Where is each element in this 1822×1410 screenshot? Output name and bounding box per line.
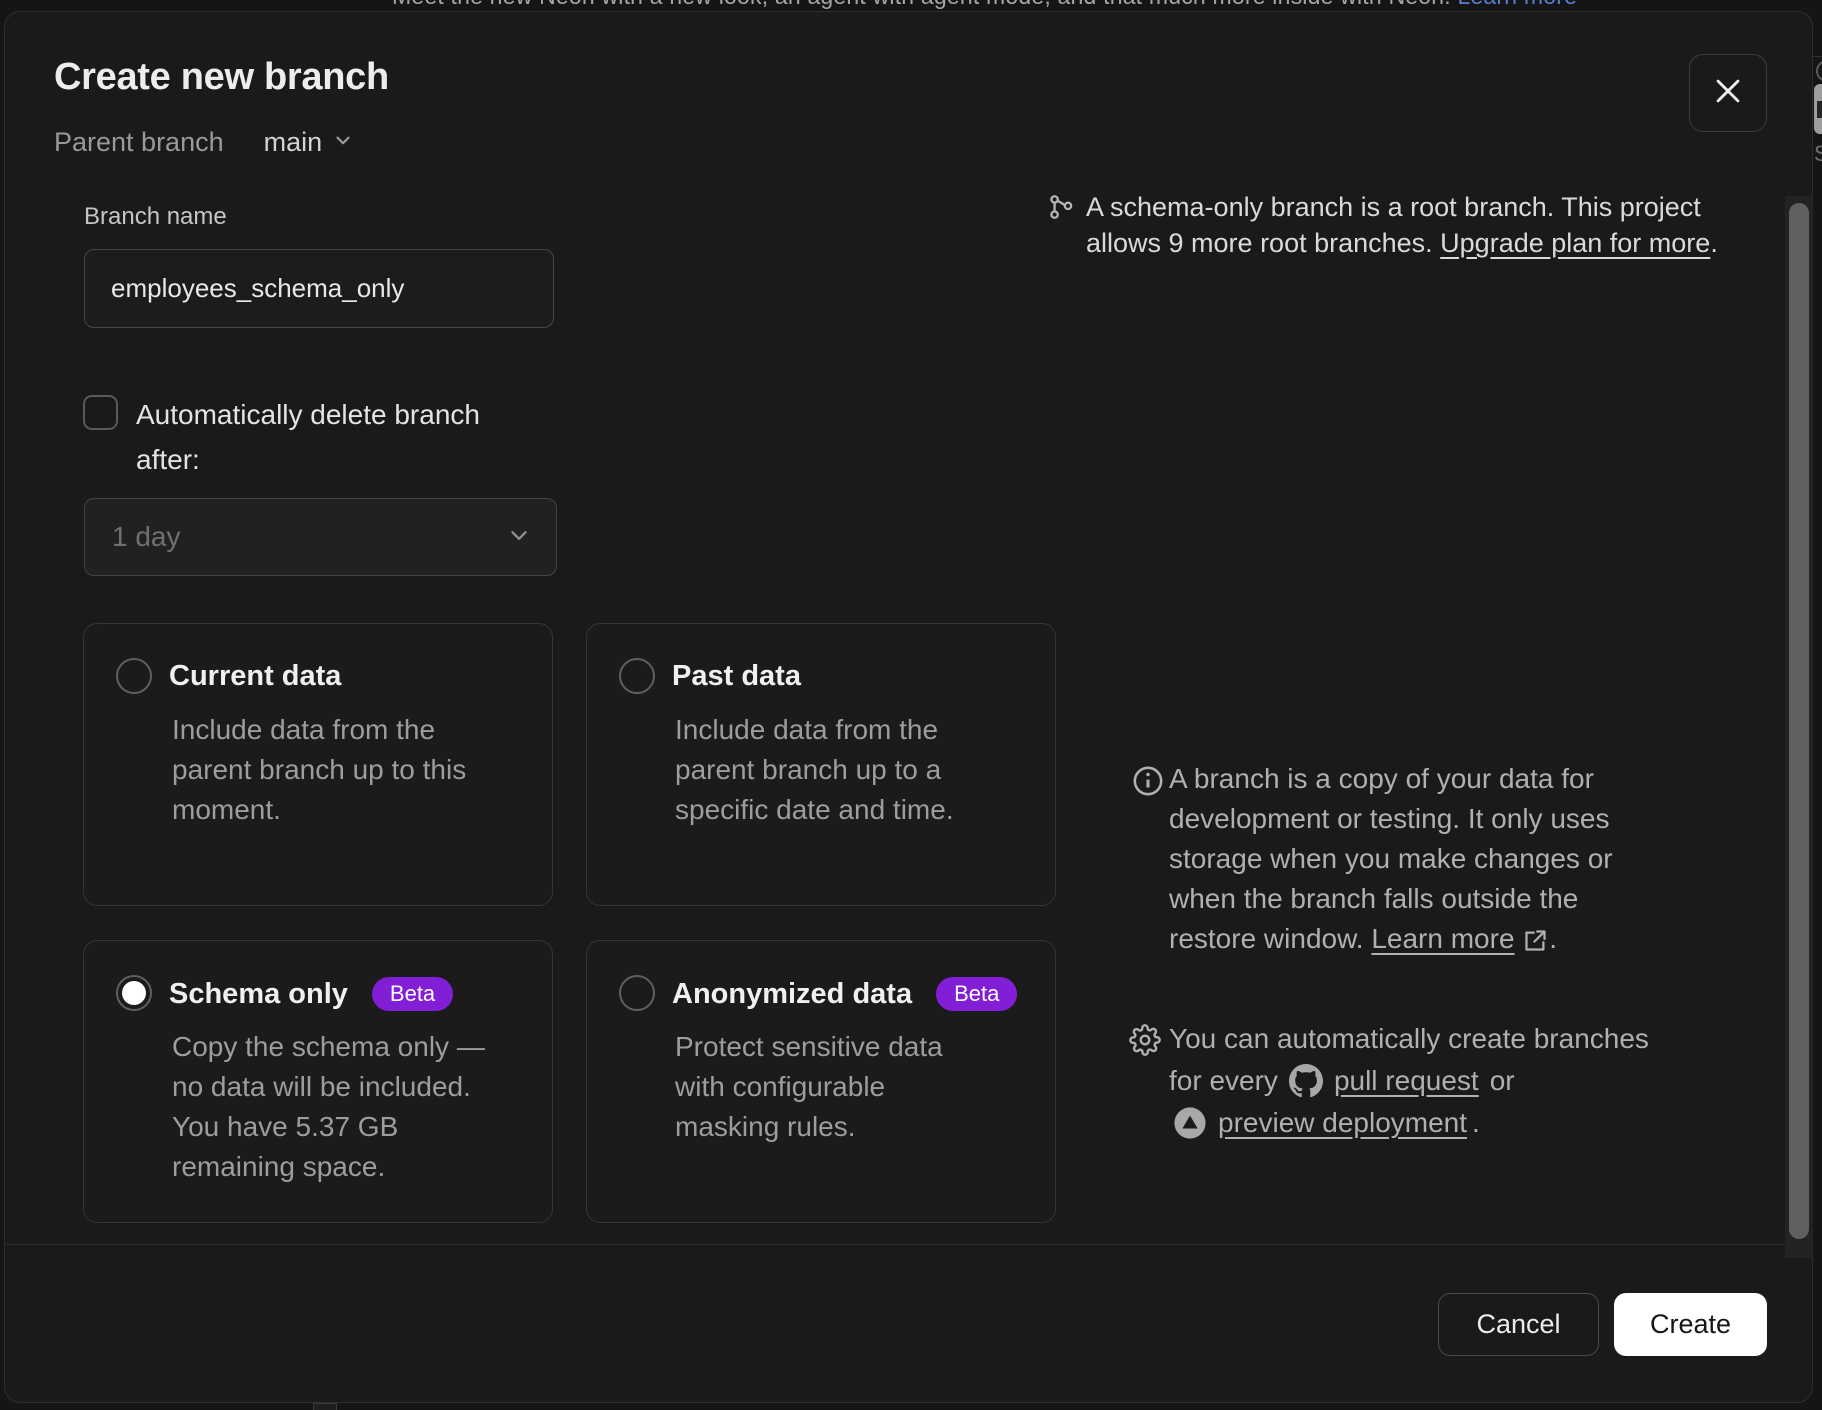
upgrade-plan-link[interactable]: Upgrade plan for more <box>1440 228 1710 258</box>
scrollbar-thumb[interactable] <box>1789 203 1809 1239</box>
option-description: Include data from the parent branch up t… <box>675 710 954 830</box>
preview-deployment-link[interactable]: preview deployment <box>1218 1102 1467 1144</box>
option-title: Anonymized data <box>672 978 912 1011</box>
radio-past-data[interactable] <box>619 658 655 694</box>
close-button[interactable] <box>1689 54 1767 132</box>
cancel-button[interactable]: Cancel <box>1438 1293 1599 1356</box>
create-branch-dialog: Create new branch Parent branch main Bra… <box>4 11 1813 1403</box>
parent-branch-row: Parent branch main <box>54 127 354 158</box>
chevron-down-icon <box>506 522 532 553</box>
vercel-icon <box>1173 1106 1207 1140</box>
option-card-current-data[interactable]: Current data Include data from the paren… <box>83 623 553 906</box>
option-description: Include data from the parent branch up t… <box>172 710 466 830</box>
info-icon <box>1131 764 1165 803</box>
branch-icon <box>1047 193 1075 226</box>
background-edge-button-glyph <box>1817 101 1822 118</box>
external-link-icon <box>1522 927 1549 954</box>
dialog-title: Create new branch <box>54 56 389 99</box>
banner-text: Meet the new Neon with a new look, an ag… <box>392 0 1451 9</box>
option-description: Protect sensitive data with configurable… <box>675 1027 943 1147</box>
branch-name-label: Branch name <box>84 203 227 231</box>
background-bottom-fragment <box>313 1403 337 1410</box>
radio-anonymized-data[interactable] <box>619 975 655 1011</box>
branch-copy-note: A branch is a copy of your data for deve… <box>1169 759 1613 959</box>
background-banner: Meet the new Neon with a new look, an ag… <box>0 0 1822 10</box>
pull-request-link[interactable]: pull request <box>1334 1060 1479 1102</box>
background-edge-avatar <box>1816 60 1822 82</box>
gear-icon <box>1129 1024 1161 1061</box>
background-edge-divider <box>1813 56 1822 57</box>
background-edge-text-fragment: S <box>1814 141 1822 167</box>
radio-schema-only[interactable] <box>116 975 152 1011</box>
option-card-anonymized-data[interactable]: Anonymized data Beta Protect sensitive d… <box>586 940 1056 1223</box>
delete-duration-value: 1 day <box>112 521 506 553</box>
root-branch-note: A schema-only branch is a root branch. T… <box>1086 189 1718 261</box>
auto-delete-label: Automatically delete branch after: <box>136 392 501 482</box>
branch-name-input[interactable] <box>84 249 554 328</box>
github-icon <box>1289 1064 1323 1098</box>
option-card-schema-only[interactable]: Schema only Beta Copy the schema only — … <box>83 940 553 1223</box>
parent-branch-select[interactable]: main <box>264 127 355 158</box>
banner-learn-more-link[interactable]: Learn more <box>1457 0 1577 9</box>
beta-badge: Beta <box>936 977 1017 1011</box>
scrollbar-track[interactable] <box>1785 196 1813 1258</box>
footer-divider <box>5 1244 1812 1245</box>
create-button[interactable]: Create <box>1614 1293 1767 1356</box>
auto-delete-checkbox[interactable] <box>83 395 118 430</box>
option-card-past-data[interactable]: Past data Include data from the parent b… <box>586 623 1056 906</box>
screen: Meet the new Neon with a new look, an ag… <box>0 0 1822 1410</box>
close-icon <box>1711 74 1745 113</box>
delete-duration-select[interactable]: 1 day <box>84 498 557 576</box>
option-description: Copy the schema only — no data will be i… <box>172 1027 485 1187</box>
option-title: Schema only <box>169 978 348 1011</box>
parent-branch-label: Parent branch <box>54 127 224 158</box>
option-title: Past data <box>672 660 801 693</box>
chevron-down-icon <box>332 127 354 158</box>
radio-current-data[interactable] <box>116 658 152 694</box>
beta-badge: Beta <box>372 977 453 1011</box>
parent-branch-value: main <box>264 127 323 158</box>
learn-more-link[interactable]: Learn more <box>1371 923 1514 954</box>
option-title: Current data <box>169 660 341 693</box>
automation-note: You can automatically create branches fo… <box>1169 1018 1649 1144</box>
